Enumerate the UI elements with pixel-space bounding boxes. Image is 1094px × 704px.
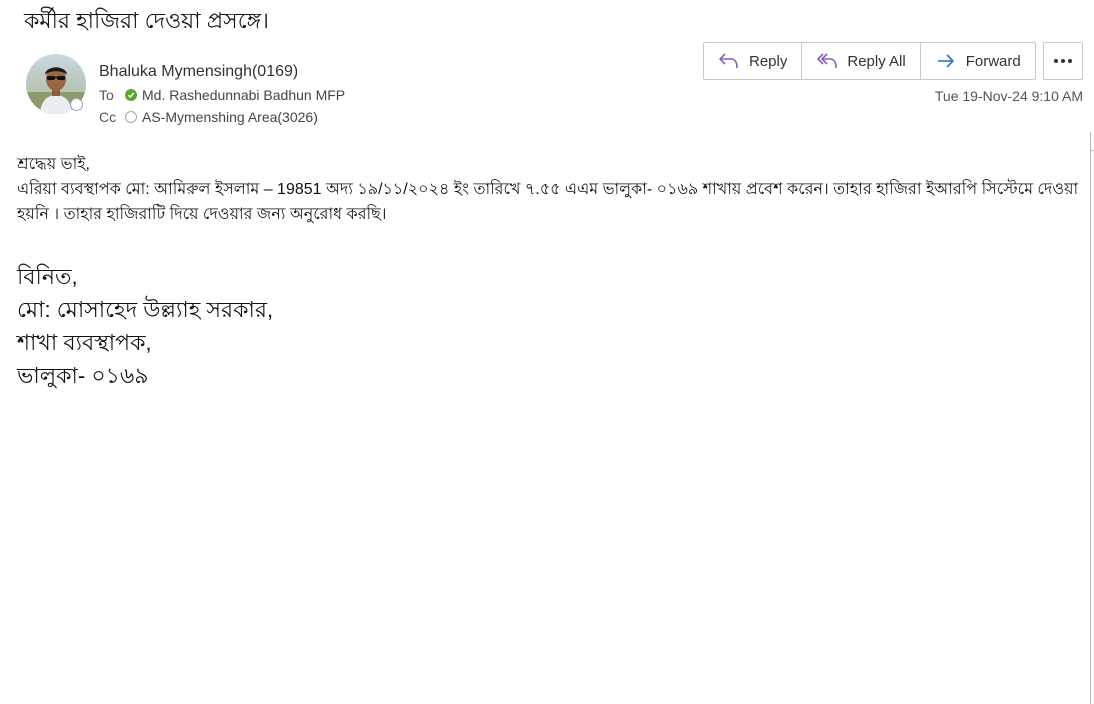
to-recipient[interactable]: Md. Rashedunnabi Badhun MFP <box>142 87 345 103</box>
signature-block: বিনিত, মো: মোসাহেদ উল্ল্যাহ সরকার, শাখা … <box>17 260 273 392</box>
cc-recipient[interactable]: AS-Mymenshing Area(3026) <box>142 109 318 125</box>
message-actions-toolbar: Reply Reply All Forward <box>703 42 1036 80</box>
reply-label: Reply <box>749 52 788 70</box>
message-body: শ্রদ্ধেয় ভাই, এরিয়া ব্যবস্থাপক মো: আমি… <box>17 152 1085 227</box>
sender-name[interactable]: Bhaluka Mymensingh(0169) <box>99 63 298 81</box>
online-check-icon <box>125 89 137 101</box>
reply-all-icon <box>817 53 838 69</box>
more-actions-button[interactable] <box>1043 42 1083 80</box>
pane-divider-tick <box>1090 150 1094 151</box>
more-horizontal-icon <box>1054 59 1072 63</box>
presence-unknown-icon <box>125 111 137 123</box>
body-greeting: শ্রদ্ধেয় ভাই, <box>17 156 90 173</box>
reply-all-button[interactable]: Reply All <box>802 43 921 79</box>
signature-line: মো: মোসাহেদ উল্ল্যাহ সরকার, <box>17 297 274 322</box>
signature-line: শাখা ব্যবস্থাপক, <box>17 330 152 355</box>
to-label: To <box>99 87 114 103</box>
cc-row: Cc AS-Mymenshing Area(3026) <box>99 109 318 125</box>
reply-button[interactable]: Reply <box>704 43 803 79</box>
to-row: To Md. Rashedunnabi Badhun MFP <box>99 87 345 103</box>
reply-all-label: Reply All <box>847 52 906 70</box>
pane-divider <box>1090 132 1091 704</box>
forward-label: Forward <box>965 52 1021 70</box>
body-paragraph: এরিয়া ব্যবস্থাপক মো: আমিরুল ইসলাম – 198… <box>17 181 1079 223</box>
presence-status-icon <box>70 98 83 111</box>
signature-line: ভালুকা- ০১৬৯ <box>17 363 149 388</box>
forward-button[interactable]: Forward <box>921 43 1035 79</box>
forward-icon <box>937 54 954 68</box>
reply-icon <box>719 53 738 69</box>
email-subject: কর্মীর হাজিরা দেওয়া প্রসঙ্গে। <box>24 8 270 33</box>
received-timestamp: Tue 19-Nov-24 9:10 AM <box>934 88 1083 104</box>
signature-line: বিনিত, <box>17 264 78 289</box>
email-reading-pane: কর্মীর হাজিরা দেওয়া প্রসঙ্গে। Bhaluka M… <box>0 0 1094 704</box>
cc-label: Cc <box>99 109 117 125</box>
